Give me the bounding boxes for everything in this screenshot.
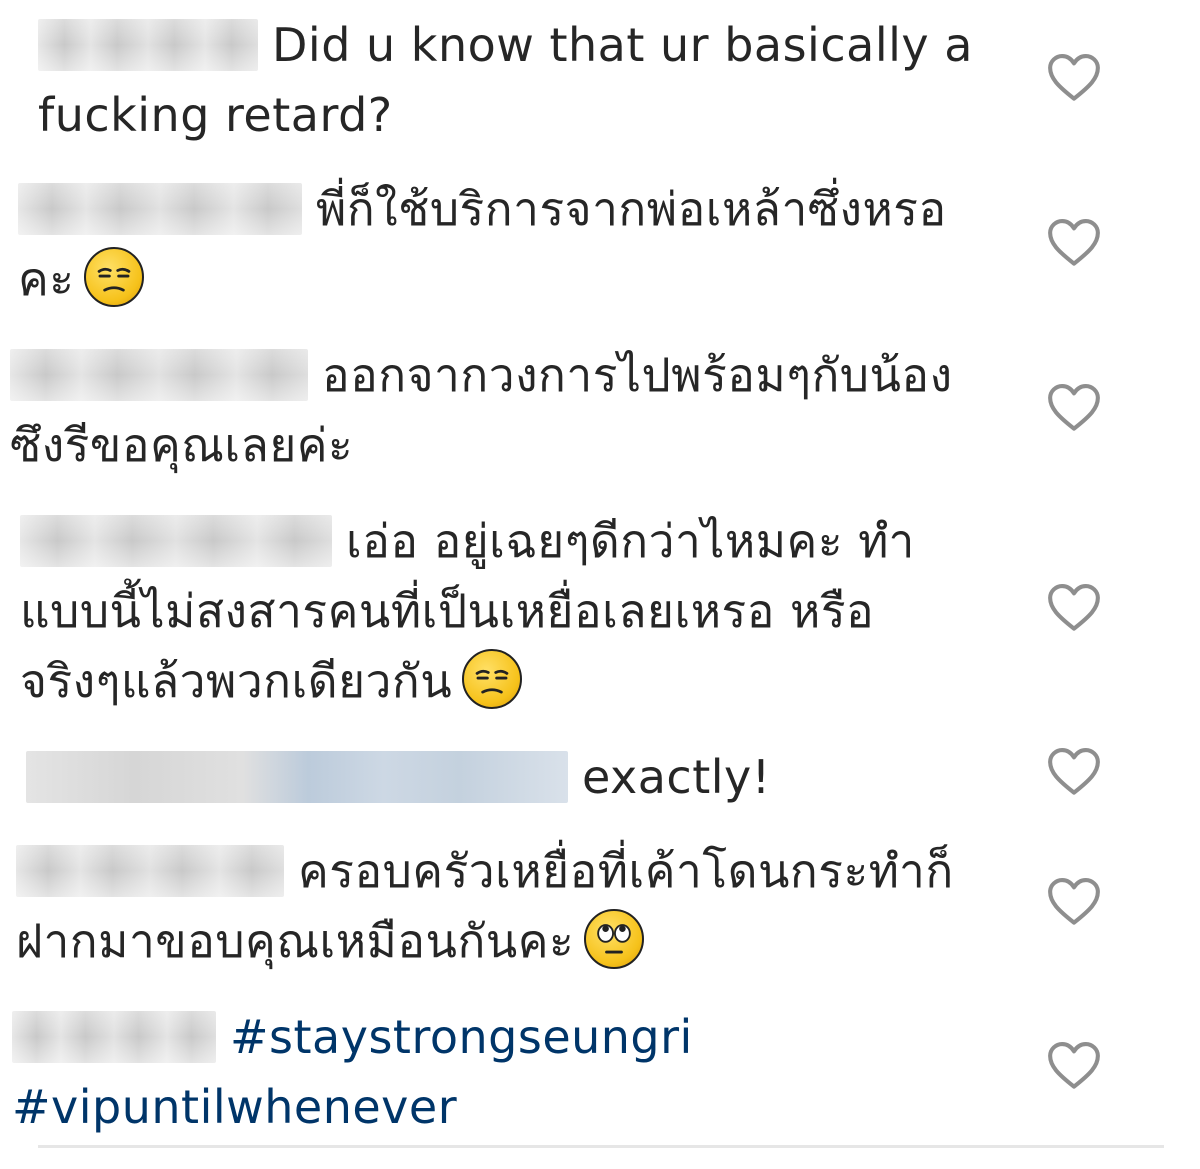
heart-outline-icon[interactable] <box>1046 1040 1102 1090</box>
username-blurred[interactable] <box>38 19 258 71</box>
comment-text-block: #staystrongseungri #vipuntilwhenever <box>12 1002 772 1142</box>
username-blurred[interactable] <box>18 183 302 235</box>
comment-text-block: exactly! <box>26 742 986 812</box>
comment-text-block: ออกจากวงการไปพร้อมๆกับน้องซึงรีขอคุณเลยค… <box>10 340 970 480</box>
username-blurred[interactable] <box>16 845 284 897</box>
unamused-face-emoji <box>84 247 145 307</box>
comment-text-block: พี่ก็ใช้บริการจากพ่อเหล้าซึ่งหรอคะ <box>18 174 978 314</box>
username-blurred[interactable] <box>12 1011 216 1063</box>
username-blurred[interactable] <box>20 515 332 567</box>
username-blurred[interactable] <box>10 349 308 401</box>
heart-outline-icon[interactable] <box>1046 876 1102 926</box>
heart-outline-icon[interactable] <box>1046 746 1102 796</box>
comment-text-block: Did u know that ur basically a fucking r… <box>38 10 998 150</box>
heart-outline-icon[interactable] <box>1046 52 1102 102</box>
heart-outline-icon[interactable] <box>1046 382 1102 432</box>
comment-text: exactly! <box>582 750 771 804</box>
divider <box>38 1145 1164 1148</box>
heart-outline-icon[interactable] <box>1046 582 1102 632</box>
heart-outline-icon[interactable] <box>1046 217 1102 267</box>
username-blurred[interactable] <box>26 751 568 803</box>
comment-text-block: เอ่อ อยู่เฉยๆดีกว่าไหมคะ ทำแบบนี้ไม่สงสา… <box>20 506 960 716</box>
comment-text-block: ครอบครัวเหยื่อที่เค้าโดนกระทำก็ฝากมาขอบค… <box>16 836 986 976</box>
face-with-rolling-eyes-emoji <box>584 909 645 969</box>
unamused-face-emoji <box>462 649 523 709</box>
